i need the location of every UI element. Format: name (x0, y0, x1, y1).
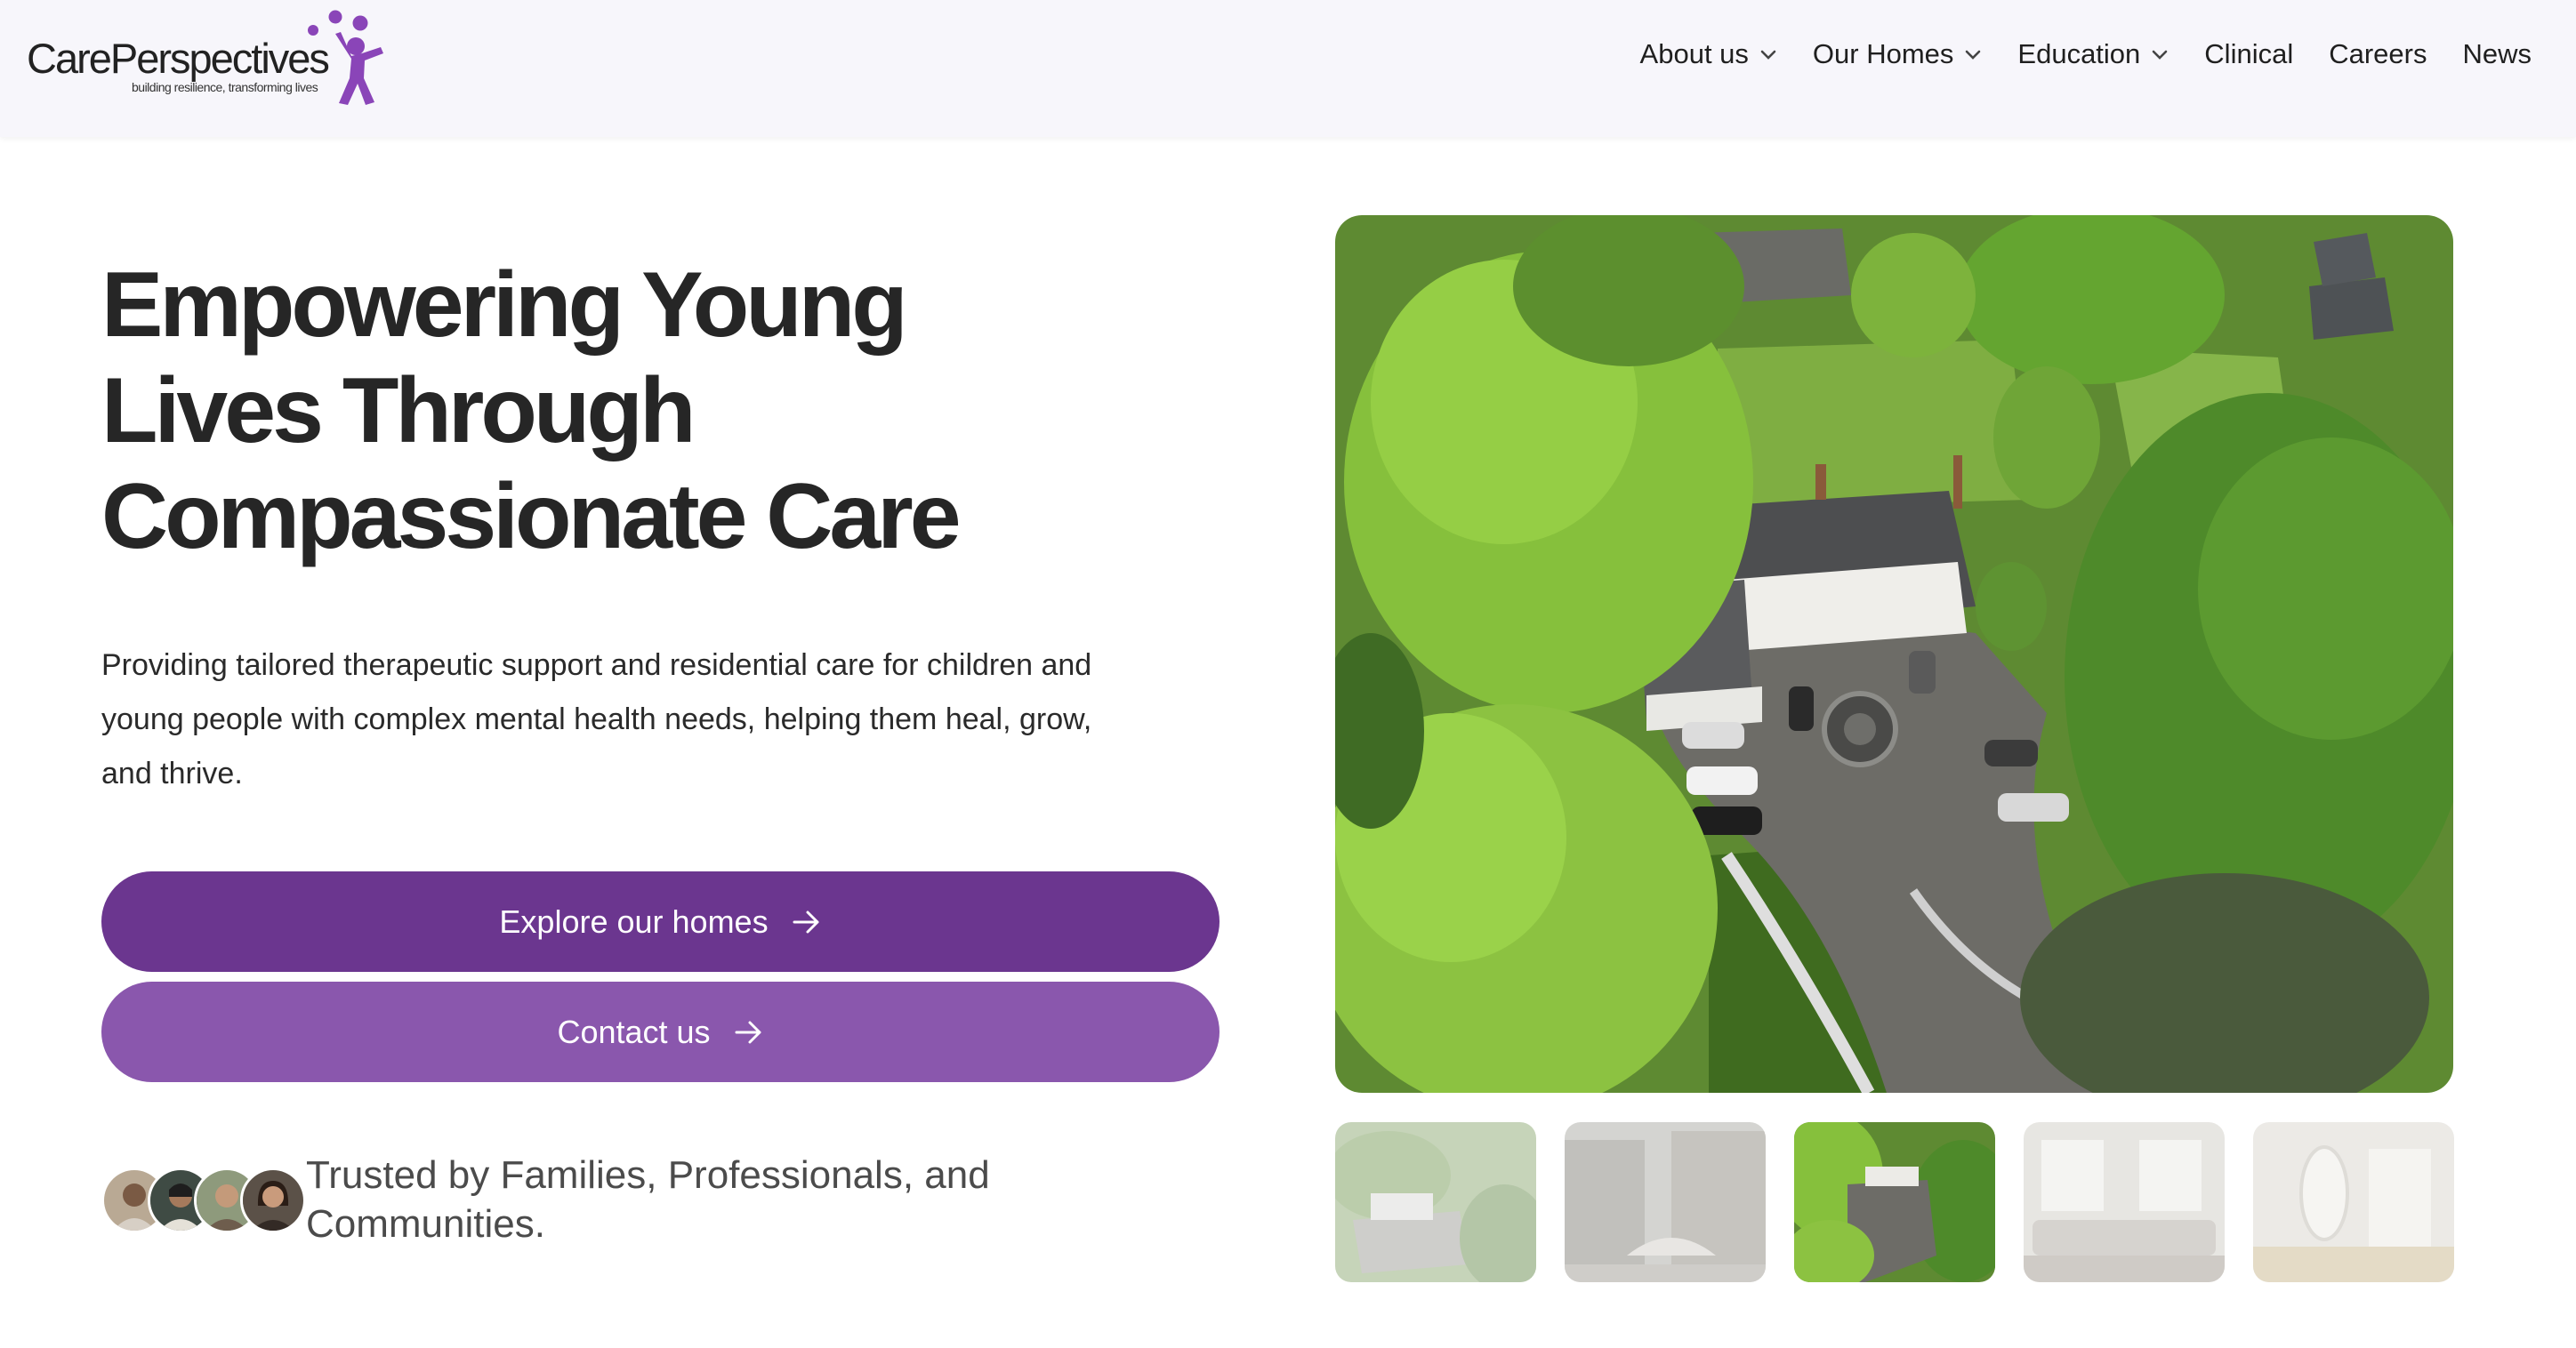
hero-title: Empowering Young Lives Through Compassio… (101, 253, 991, 570)
chevron-down-icon (2152, 50, 2168, 60)
explore-homes-button[interactable]: Explore our homes (101, 871, 1220, 972)
arrow-right-icon (735, 1021, 761, 1043)
gallery-thumbnails (1335, 1122, 2454, 1282)
nav-item-about-us[interactable]: About us (1640, 38, 1777, 70)
trust-badge: Trusted by Families, Professionals, and … (101, 1151, 1107, 1248)
aerial-house-image (1335, 215, 2453, 1093)
contact-us-label: Contact us (557, 1013, 711, 1050)
avatar-stack (101, 1164, 306, 1235)
nav-item-education[interactable]: Education (2017, 38, 2169, 70)
thumbnail-aerial-driveway[interactable] (1794, 1122, 1995, 1282)
hero-description: Providing tailored therapeutic support a… (101, 638, 1213, 801)
nav-item-label: Clinical (2204, 38, 2294, 69)
nav-item-label: Our Homes (1812, 38, 1954, 69)
nav-item-label: Education (2017, 38, 2141, 69)
avatar (240, 1167, 306, 1233)
trust-text-line: Trusted by Families, Professionals, and (306, 1153, 990, 1197)
hero-title-line: Empowering Young (101, 253, 908, 357)
hero-title-line: Compassionate Care (101, 465, 962, 568)
explore-homes-label: Explore our homes (499, 903, 769, 940)
contact-us-button[interactable]: Contact us (101, 982, 1220, 1082)
thumbnail-living-room[interactable] (2024, 1122, 2225, 1282)
main-gallery-image (1335, 215, 2453, 1093)
nav-item-label: About us (1639, 38, 1749, 69)
hero-description-line: Providing tailored therapeutic support a… (101, 648, 1092, 682)
hero-description-line: and thrive. (101, 757, 243, 790)
nav-item-our-homes[interactable]: Our Homes (1813, 38, 1982, 70)
chevron-down-icon (1760, 50, 1776, 60)
nav-item-careers[interactable]: Careers (2329, 38, 2427, 70)
nav-item-news[interactable]: News (2462, 38, 2532, 70)
nav-item-label: News (2462, 38, 2532, 69)
nav-item-clinical[interactable]: Clinical (2204, 38, 2293, 70)
arrow-right-icon (793, 911, 819, 933)
nav-item-label: Careers (2329, 38, 2427, 69)
thumbnail-aerial-garden[interactable] (1335, 1122, 1536, 1282)
brand-logo[interactable]: CarePerspectives building resilience, tr… (27, 7, 383, 105)
thumbnail-building-courtyard[interactable] (1565, 1122, 1766, 1282)
hero-description-line: young people with complex mental health … (101, 702, 1092, 736)
trust-text-line: Communities. (306, 1202, 545, 1246)
main-nav: About us Our Homes Education Clinical Ca… (1605, 34, 2532, 75)
logo-figure-icon (308, 10, 383, 105)
hero-title-line: Lives Through (101, 359, 696, 462)
thumbnail-hallway-mirror[interactable] (2253, 1122, 2454, 1282)
site-header: CarePerspectives building resilience, tr… (0, 0, 2576, 137)
chevron-down-icon (1966, 50, 1981, 60)
trust-text: Trusted by Families, Professionals, and … (306, 1151, 1107, 1248)
